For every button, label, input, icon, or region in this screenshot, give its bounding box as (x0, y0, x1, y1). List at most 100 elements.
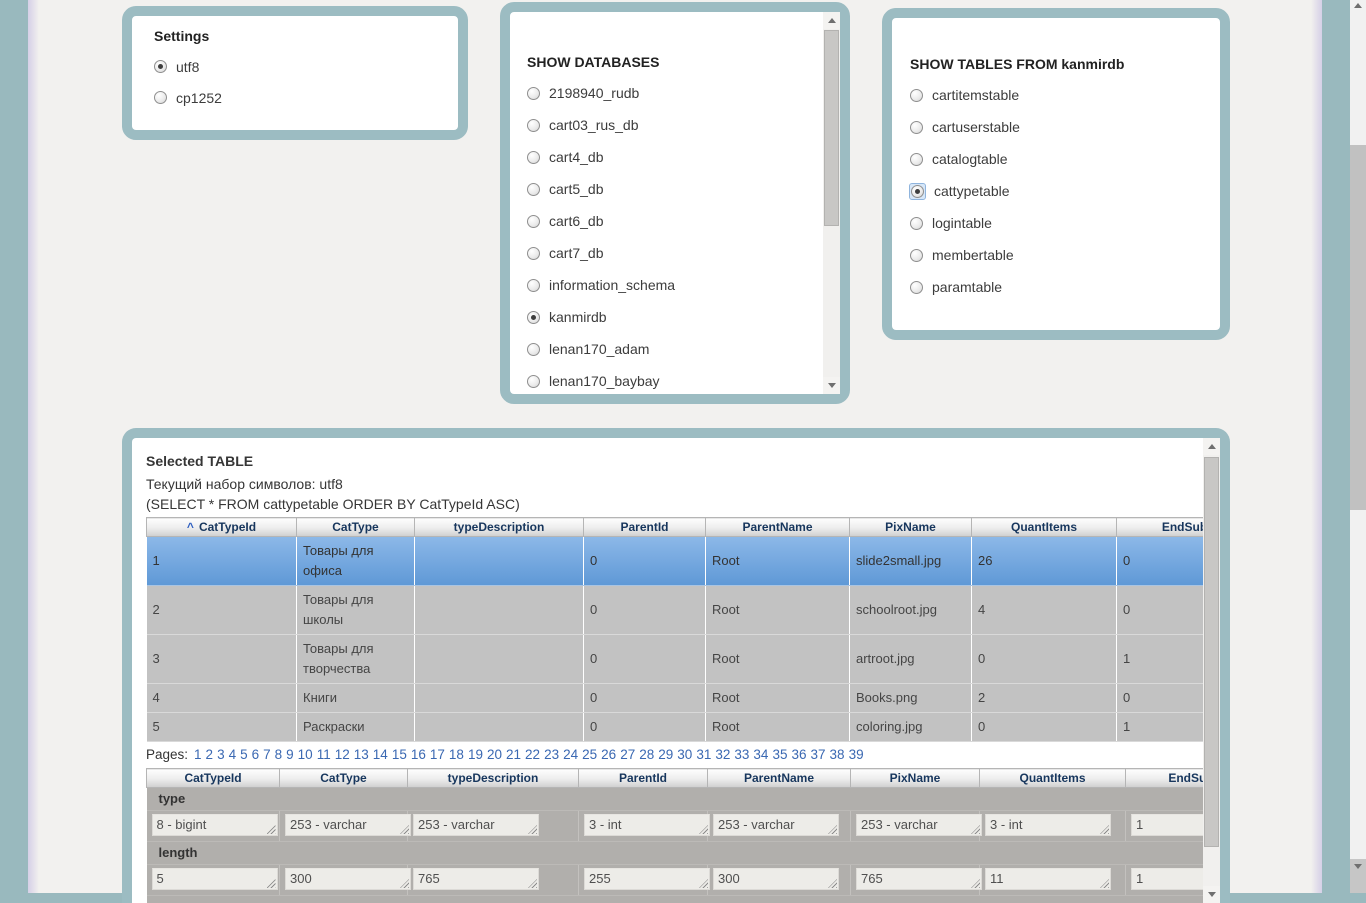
page-link-14[interactable]: 14 (373, 747, 388, 762)
settings-radio-icon[interactable] (154, 60, 167, 73)
column-header-ParentName[interactable]: ParentName (706, 518, 850, 537)
column-header-PixName[interactable]: PixName (851, 769, 980, 788)
column-header-typeDescription[interactable]: typeDescription (415, 518, 584, 537)
option-cart03_rus_db[interactable]: cart03_rus_db (527, 109, 803, 141)
page-link-9[interactable]: 9 (286, 747, 294, 762)
option-cart6_db[interactable]: cart6_db (527, 205, 803, 237)
column-header-CatTypeId[interactable]: CatTypeId (147, 769, 280, 788)
option-2198940_rudb[interactable]: 2198940_rudb (527, 77, 803, 109)
table-row[interactable]: 1Товары для офиса0Rootslide2small.jpg260 (147, 537, 1204, 586)
page-link-20[interactable]: 20 (487, 747, 502, 762)
option-lenan170_adam[interactable]: lenan170_adam (527, 333, 803, 365)
page-link-36[interactable]: 36 (791, 747, 806, 762)
page-link-12[interactable]: 12 (335, 747, 350, 762)
database-radio-icon[interactable] (527, 119, 540, 132)
page-link-24[interactable]: 24 (563, 747, 578, 762)
column-header-ParentName[interactable]: ParentName (708, 769, 851, 788)
page-link-16[interactable]: 16 (411, 747, 426, 762)
page-link-31[interactable]: 31 (696, 747, 711, 762)
table-row[interactable]: 2Товары для школы0Rootschoolroot.jpg40 (147, 586, 1204, 635)
table-radio-icon[interactable] (910, 153, 923, 166)
field-length-ParentId[interactable]: 255 (584, 868, 710, 890)
page-link-35[interactable]: 35 (772, 747, 787, 762)
option-membertable[interactable]: membertable (910, 239, 1220, 271)
page-link-1[interactable]: 1 (194, 747, 202, 762)
option-cart7_db[interactable]: cart7_db (527, 237, 803, 269)
database-radio-icon[interactable] (527, 87, 540, 100)
page-link-29[interactable]: 29 (658, 747, 673, 762)
option-catalogtable[interactable]: catalogtable (910, 143, 1220, 175)
page-link-19[interactable]: 19 (468, 747, 483, 762)
page-link-6[interactable]: 6 (252, 747, 260, 762)
scroll-down-button[interactable] (823, 377, 840, 394)
page-link-37[interactable]: 37 (811, 747, 826, 762)
table-row[interactable]: 5Раскраски0Rootcoloring.jpg01 (147, 713, 1204, 742)
table-radio-icon[interactable] (910, 89, 923, 102)
field-length-CatTypeId[interactable]: 5 (152, 868, 278, 890)
page-link-39[interactable]: 39 (849, 747, 864, 762)
field-length-CatType[interactable]: 300 (285, 868, 411, 890)
option-cattypetable[interactable]: cattypetable (910, 175, 1220, 207)
databases-scrollbar[interactable] (823, 12, 840, 394)
field-type-PixName[interactable]: 253 - varchar (856, 814, 982, 836)
page-link-7[interactable]: 7 (263, 747, 271, 762)
option-kanmirdb[interactable]: kanmirdb (527, 301, 803, 333)
database-radio-icon[interactable] (527, 151, 540, 164)
page-link-38[interactable]: 38 (830, 747, 845, 762)
database-radio-icon[interactable] (527, 343, 540, 356)
page-link-26[interactable]: 26 (601, 747, 616, 762)
page-link-28[interactable]: 28 (639, 747, 654, 762)
column-header-CatType[interactable]: CatType (280, 769, 408, 788)
page-link-32[interactable]: 32 (715, 747, 730, 762)
option-cart5_db[interactable]: cart5_db (527, 173, 803, 205)
field-type-CatTypeId[interactable]: 8 - bigint (152, 814, 278, 836)
column-header-PixName[interactable]: PixName (850, 518, 972, 537)
table-row[interactable]: 3Товары для творчества0Rootartroot.jpg01 (147, 635, 1204, 684)
page-link-3[interactable]: 3 (217, 747, 225, 762)
database-radio-icon[interactable] (527, 215, 540, 228)
table-radio-icon[interactable] (910, 249, 923, 262)
page-link-27[interactable]: 27 (620, 747, 635, 762)
table-radio-icon[interactable] (911, 185, 924, 198)
page-link-30[interactable]: 30 (677, 747, 692, 762)
database-radio-icon[interactable] (527, 183, 540, 196)
option-paramtable[interactable]: paramtable (910, 271, 1220, 303)
field-length-ParentName[interactable]: 300 (713, 868, 839, 890)
database-radio-icon[interactable] (527, 375, 540, 388)
table-row[interactable]: 4Книги0RootBooks.png20 (147, 684, 1204, 713)
table-radio-icon[interactable] (910, 281, 923, 294)
option-cartuserstable[interactable]: cartuserstable (910, 111, 1220, 143)
page-link-10[interactable]: 10 (298, 747, 313, 762)
field-type-EndSub[interactable]: 1 (1131, 814, 1203, 836)
column-header-ParentId[interactable]: ParentId (584, 518, 706, 537)
option-lenan170_baybay[interactable]: lenan170_baybay (527, 365, 803, 394)
page-link-13[interactable]: 13 (354, 747, 369, 762)
column-header-typeDescription[interactable]: typeDescription (408, 769, 579, 788)
option-logintable[interactable]: logintable (910, 207, 1220, 239)
column-header-EndSubt[interactable]: EndSubt (1117, 518, 1204, 537)
column-header-EndSub[interactable]: EndSub (1126, 769, 1204, 788)
page-link-11[interactable]: 11 (317, 747, 331, 762)
table-radio-icon[interactable] (910, 217, 923, 230)
page-link-2[interactable]: 2 (206, 747, 214, 762)
field-type-ParentId[interactable]: 3 - int (584, 814, 710, 836)
settings-radio-icon[interactable] (154, 91, 167, 104)
column-header-CatType[interactable]: CatType (297, 518, 415, 537)
page-link-18[interactable]: 18 (449, 747, 464, 762)
page-link-23[interactable]: 23 (544, 747, 559, 762)
column-header-QuantItems[interactable]: QuantItems (972, 518, 1117, 537)
page-link-15[interactable]: 15 (392, 747, 407, 762)
field-length-EndSub[interactable]: 1 (1131, 868, 1203, 890)
field-length-PixName[interactable]: 765 (856, 868, 982, 890)
option-information_schema[interactable]: information_schema (527, 269, 803, 301)
field-type-typeDescription[interactable]: 253 - varchar (413, 814, 539, 836)
column-header-CatTypeId[interactable]: ^CatTypeId (147, 518, 297, 537)
browser-scrollbar-thumb[interactable] (1350, 145, 1366, 510)
scroll-down-button[interactable] (1203, 886, 1220, 903)
database-radio-icon[interactable] (527, 311, 540, 324)
page-link-5[interactable]: 5 (240, 747, 248, 762)
page-link-4[interactable]: 4 (229, 747, 237, 762)
database-radio-icon[interactable] (527, 279, 540, 292)
field-type-ParentName[interactable]: 253 - varchar (713, 814, 839, 836)
option-cart4_db[interactable]: cart4_db (527, 141, 803, 173)
